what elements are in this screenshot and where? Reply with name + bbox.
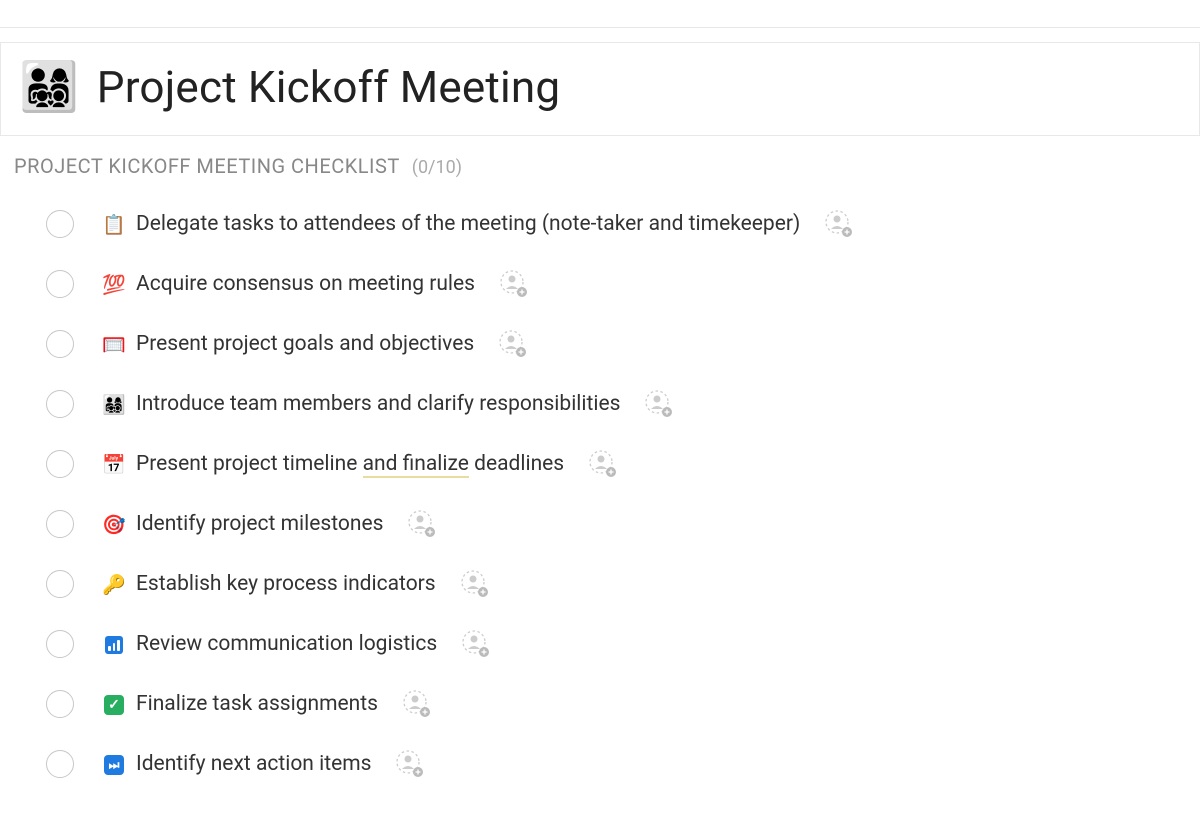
goal-icon: 🥅	[102, 335, 126, 354]
check-mark-icon: ✓	[102, 693, 126, 715]
checkbox[interactable]	[46, 690, 74, 718]
item-text-pre: Present project timeline	[136, 452, 363, 476]
checklist-item[interactable]: 👨‍👩‍👧‍👦 Introduce team members and clari…	[0, 374, 1200, 434]
checklist-item[interactable]: 🔑 Establish key process indicators	[0, 554, 1200, 614]
checklist-item[interactable]: ⏭ Identify next action items	[0, 734, 1200, 794]
item-text: Finalize task assignments	[136, 692, 378, 716]
checkbox[interactable]	[46, 330, 74, 358]
next-track-icon: ⏭	[102, 753, 126, 775]
checkbox[interactable]	[46, 750, 74, 778]
page-header: 👨‍👩‍👧‍👦 Project Kickoff Meeting	[0, 42, 1200, 136]
assign-user-icon[interactable]	[402, 689, 432, 719]
calendar-icon: 📅	[102, 455, 126, 474]
checklist-count: (0/10)	[412, 157, 462, 178]
family-icon: 👨‍👩‍👧‍👦	[102, 395, 126, 414]
item-text: Present project timeline and finalize de…	[136, 452, 564, 476]
item-text-underlined: and finalize	[363, 452, 469, 478]
checkbox[interactable]	[46, 570, 74, 598]
assign-user-icon[interactable]	[499, 269, 529, 299]
item-text: Delegate tasks to attendees of the meeti…	[136, 212, 800, 236]
item-text-post: deadlines	[469, 452, 564, 476]
assign-user-icon[interactable]	[588, 449, 618, 479]
checkbox[interactable]	[46, 630, 74, 658]
item-text: Identify next action items	[136, 752, 371, 776]
item-text: Review communication logistics	[136, 632, 437, 656]
assign-user-icon[interactable]	[824, 209, 854, 239]
assign-user-icon[interactable]	[460, 569, 490, 599]
assign-user-icon[interactable]	[498, 329, 528, 359]
checklist-item[interactable]: 🎯 Identify project milestones	[0, 494, 1200, 554]
assign-user-icon[interactable]	[407, 509, 437, 539]
checkbox[interactable]	[46, 390, 74, 418]
assign-user-icon[interactable]	[461, 629, 491, 659]
checklist-title: PROJECT KICKOFF MEETING CHECKLIST	[14, 154, 400, 178]
item-text: Present project goals and objectives	[136, 332, 474, 356]
item-text: Acquire consensus on meeting rules	[136, 272, 475, 296]
checklist-item[interactable]: ✓ Finalize task assignments	[0, 674, 1200, 734]
checkbox[interactable]	[46, 270, 74, 298]
window-top-border	[0, 0, 1200, 28]
checklist-item[interactable]: 📅 Present project timeline and finalize …	[0, 434, 1200, 494]
checklist-item[interactable]: 📋 Delegate tasks to attendees of the mee…	[0, 194, 1200, 254]
clipboard-icon: 📋	[102, 215, 126, 234]
target-icon: 🎯	[102, 515, 126, 534]
header-family-icon: 👨‍👩‍👧‍👦	[19, 63, 79, 111]
checkbox[interactable]	[46, 450, 74, 478]
checklist-item[interactable]: Review communication logistics	[0, 614, 1200, 674]
item-text: Identify project milestones	[136, 512, 383, 536]
hundred-icon: 💯	[102, 275, 126, 294]
item-text: Introduce team members and clarify respo…	[136, 392, 620, 416]
checklist-item[interactable]: 💯 Acquire consensus on meeting rules	[0, 254, 1200, 314]
checkbox[interactable]	[46, 510, 74, 538]
checklist: 📋 Delegate tasks to attendees of the mee…	[0, 184, 1200, 794]
checklist-header: PROJECT KICKOFF MEETING CHECKLIST (0/10)	[0, 136, 1200, 184]
checklist-item[interactable]: 🥅 Present project goals and objectives	[0, 314, 1200, 374]
item-text: Establish key process indicators	[136, 572, 436, 596]
checkbox[interactable]	[46, 210, 74, 238]
assign-user-icon[interactable]	[395, 749, 425, 779]
page-title: Project Kickoff Meeting	[97, 61, 561, 113]
key-icon: 🔑	[102, 575, 126, 594]
bar-chart-icon	[102, 635, 126, 654]
assign-user-icon[interactable]	[644, 389, 674, 419]
